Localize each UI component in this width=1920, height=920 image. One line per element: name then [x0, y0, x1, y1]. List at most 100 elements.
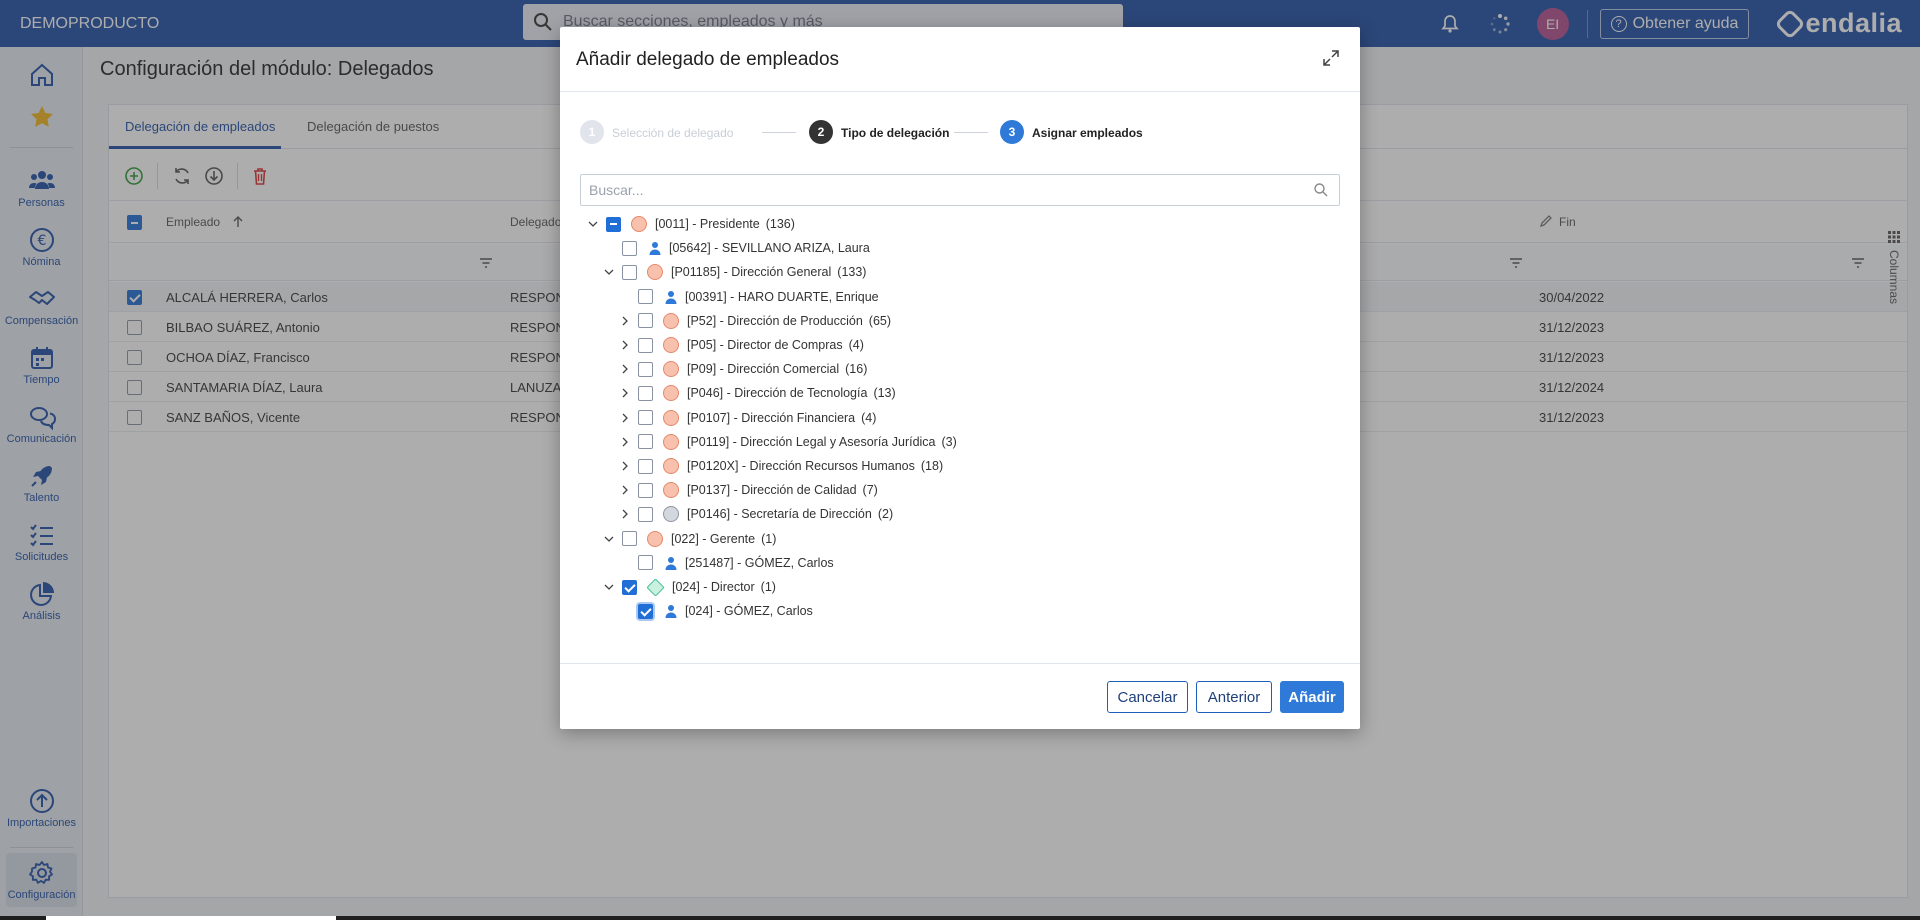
- tree-node-label: [P05] - Director de Compras: [687, 338, 843, 352]
- caret-right-icon[interactable]: [620, 485, 630, 495]
- cancel-button[interactable]: Cancelar: [1107, 681, 1188, 713]
- previous-button[interactable]: Anterior: [1196, 681, 1272, 713]
- tree-node[interactable]: [P0120X] - Dirección Recursos Humanos (18…: [620, 455, 943, 477]
- position-icon: [647, 530, 663, 547]
- tree-node[interactable]: [024] - Director (1): [604, 576, 776, 598]
- position-icon: [663, 458, 679, 474]
- tree-node-checkbox[interactable]: [638, 603, 653, 619]
- tree-node-label: [P01185] - Dirección General: [671, 265, 832, 280]
- tree-node-checkbox[interactable]: [638, 337, 653, 353]
- tree-node-checkbox[interactable]: [638, 410, 653, 426]
- tree-node-count: (65): [868, 313, 892, 328]
- caret-down-icon[interactable]: [604, 582, 614, 592]
- position-icon: [631, 216, 647, 232]
- caret-right-icon[interactable]: [620, 413, 630, 423]
- step-2-number[interactable]: 2: [809, 120, 833, 144]
- dialog-footer-divider: [560, 663, 1360, 664]
- caret-down-icon[interactable]: [588, 219, 598, 229]
- dialog-title: Añadir delegado de empleados: [576, 49, 840, 70]
- tree-node[interactable]: [0011] - Presidente (136): [588, 213, 795, 235]
- tree-node[interactable]: [P05] - Director de Compras (4): [620, 334, 864, 356]
- position-icon: [663, 385, 679, 402]
- tree-node-count: (2): [877, 507, 894, 522]
- tree-node-label: [05642] - SEVILLANO ARIZA, Laura: [669, 241, 870, 256]
- tree-node-checkbox[interactable]: [622, 579, 637, 595]
- tree-node[interactable]: [P01185] - Dirección General (133): [604, 261, 866, 283]
- position-icon: [663, 312, 679, 329]
- tree-node-count: (4): [861, 410, 877, 425]
- tree-node[interactable]: [P046] - Dirección de Tecnología (13): [620, 382, 896, 404]
- position-icon: [663, 433, 679, 450]
- tree-node-checkbox[interactable]: [638, 458, 653, 474]
- tree-search-input[interactable]: Buscar...: [580, 174, 1340, 206]
- tree-node[interactable]: [P0137] - Dirección de Calidad (7): [620, 479, 878, 501]
- tree-node-checkbox[interactable]: [638, 385, 653, 401]
- tree-node-checkbox[interactable]: [638, 555, 653, 571]
- tree-node-count: (133): [837, 265, 867, 280]
- tree-search-placeholder: Buscar...: [589, 182, 644, 198]
- position-icon: [663, 506, 679, 523]
- tree-node-checkbox[interactable]: [638, 506, 653, 522]
- tree-node-count: (13): [873, 386, 896, 401]
- tree-node[interactable]: [251487] - GÓMEZ, Carlos: [620, 552, 834, 574]
- tree-node-count: (4): [848, 338, 864, 352]
- search-icon: [1314, 183, 1328, 197]
- tree-node-label: [P0120X] - Dirección Recursos Humanos: [687, 459, 915, 473]
- position-icon: [663, 482, 679, 499]
- caret-right-icon[interactable]: [620, 509, 630, 519]
- tree-node-checkbox[interactable]: [638, 289, 653, 305]
- tree-node-checkbox[interactable]: [622, 240, 637, 256]
- tree-node-count: (3): [941, 434, 957, 449]
- step-3-label[interactable]: Asignar empleados: [1032, 126, 1143, 140]
- step-3-number[interactable]: 3: [1000, 120, 1024, 144]
- tree-node-label: [P09] - Dirección Comercial: [687, 362, 840, 377]
- add-button[interactable]: Añadir: [1280, 681, 1344, 713]
- tree-node-checkbox[interactable]: [638, 482, 653, 498]
- tree-node-checkbox[interactable]: [638, 313, 653, 329]
- position-icon: [647, 264, 663, 281]
- person-icon: [665, 556, 677, 570]
- caret-right-icon[interactable]: [620, 364, 630, 374]
- step-1-number[interactable]: 1: [580, 120, 604, 144]
- tree-node[interactable]: [P52] - Dirección de Producción (65): [620, 310, 891, 332]
- caret-right-icon[interactable]: [620, 316, 630, 326]
- tree-node-label: [P0119] - Dirección Legal y Asesoría Jur…: [687, 434, 936, 449]
- tree-node-checkbox[interactable]: [622, 531, 637, 547]
- caret-right-icon[interactable]: [620, 437, 630, 447]
- tree-node-label: [251487] - GÓMEZ, Carlos: [685, 555, 834, 570]
- tree-node-count: (7): [862, 483, 878, 498]
- tree-node-label: [0011] - Presidente: [655, 217, 760, 231]
- tree-node[interactable]: [022] - Gerente (1): [604, 528, 776, 550]
- tree-node[interactable]: [05642] - SEVILLANO ARIZA, Laura: [604, 237, 870, 259]
- tree-node[interactable]: [P0119] - Dirección Legal y Asesoría Jur…: [620, 431, 957, 453]
- add-delegate-dialog: Añadir delegado de empleados 1 Selección…: [560, 27, 1360, 729]
- caret-down-icon[interactable]: [604, 534, 614, 544]
- tree-node[interactable]: [00391] - HARO DUARTE, Enrique: [620, 286, 879, 308]
- tree-node[interactable]: [024] - GÓMEZ, Carlos: [620, 600, 813, 622]
- tree-node-label: [P0107] - Dirección Financiera: [687, 410, 856, 425]
- wizard-steps: 1 Selección de delegado 2 Tipo de delega…: [580, 120, 1340, 144]
- caret-down-icon[interactable]: [604, 267, 614, 277]
- tree-node-checkbox[interactable]: [606, 216, 621, 232]
- tree-node-checkbox[interactable]: [622, 264, 637, 280]
- tree-node[interactable]: [P09] - Dirección Comercial (16): [620, 358, 867, 380]
- tree-node[interactable]: [P0146] - Secretaría de Dirección (2): [620, 503, 893, 525]
- person-icon: [665, 605, 677, 619]
- step-1-label[interactable]: Selección de delegado: [612, 126, 733, 140]
- tree-node-checkbox[interactable]: [638, 361, 653, 377]
- expand-icon[interactable]: [1322, 49, 1340, 67]
- tree-node-label: [022] - Gerente: [671, 531, 756, 546]
- step-2-label[interactable]: Tipo de delegación: [841, 126, 949, 140]
- tree-node-checkbox[interactable]: [638, 434, 653, 450]
- tree-node-count: (136): [765, 217, 795, 231]
- tree-node-label: [P0146] - Secretaría de Dirección: [687, 507, 872, 522]
- step-connector: [762, 132, 796, 133]
- tree-node-label: [024] - GÓMEZ, Carlos: [685, 604, 813, 619]
- bottom-bar: [0, 916, 1920, 920]
- tree-node[interactable]: [P0107] - Dirección Financiera (4): [620, 407, 876, 429]
- tree-node-label: [00391] - HARO DUARTE, Enrique: [685, 289, 879, 304]
- caret-right-icon[interactable]: [620, 461, 630, 471]
- diamond-position-icon: [646, 577, 665, 597]
- caret-right-icon[interactable]: [620, 340, 630, 350]
- caret-right-icon[interactable]: [620, 388, 630, 398]
